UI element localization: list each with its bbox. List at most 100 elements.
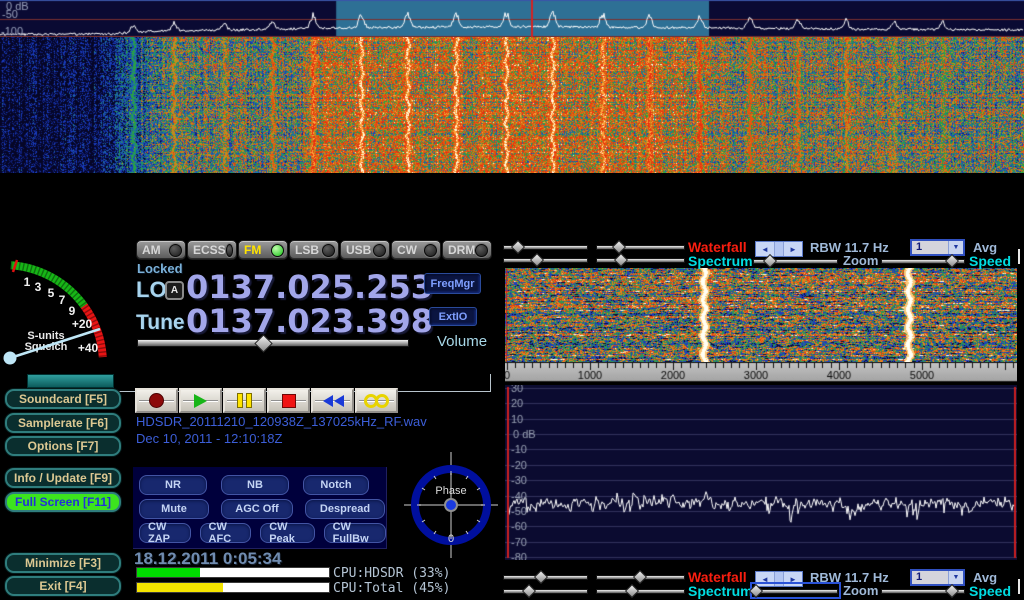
panel-resize-grip[interactable]	[1018, 249, 1020, 264]
scroll-right-arrow-icon[interactable]: ►	[783, 242, 802, 256]
mode-led-icon	[475, 244, 488, 257]
cpu-total-bar-fill	[137, 583, 223, 592]
notch-button[interactable]: Notch	[303, 475, 369, 495]
slider-thumb[interactable]	[763, 254, 777, 268]
phase-knob	[446, 500, 456, 510]
cw-afc-button[interactable]: CW AFC	[200, 523, 252, 543]
avg-dropdown-value: 1	[912, 571, 948, 584]
lo-auto-badge[interactable]: A	[165, 281, 184, 300]
pause-icon	[237, 393, 252, 408]
slider-thumb[interactable]	[625, 584, 639, 598]
mode-button-drm[interactable]: DRM	[442, 240, 492, 260]
zoom-label: Zoom	[843, 253, 878, 268]
mode-label: DRM	[448, 243, 475, 257]
dropdown-arrow-icon[interactable]: ▼	[948, 571, 963, 584]
af-spectrum-display[interactable]	[505, 385, 1017, 560]
stop-button[interactable]	[267, 388, 310, 413]
rewind-button[interactable]	[311, 388, 354, 413]
wf-brightness-slider-2[interactable]	[503, 571, 588, 582]
play-button[interactable]	[179, 388, 222, 413]
mode-button-am[interactable]: AM	[136, 240, 186, 260]
mode-button-usb[interactable]: USB	[340, 240, 390, 260]
despread-button[interactable]: Despread	[305, 499, 385, 519]
mode-label: LSB	[295, 243, 319, 257]
minimize-button[interactable]: Minimize [F3]	[5, 553, 121, 573]
loop-icon	[364, 394, 389, 408]
spectrum-label: Spectrum	[688, 253, 753, 269]
slider-thumb[interactable]	[521, 584, 535, 598]
scroll-left-arrow-icon[interactable]: ◄	[756, 572, 775, 586]
cw-zap-button[interactable]: CW ZAP	[139, 523, 191, 543]
slider-thumb[interactable]	[945, 254, 959, 268]
af-waterfall-display[interactable]	[505, 268, 1017, 362]
zoom-slider-2[interactable]	[753, 585, 838, 596]
mode-button-lsb[interactable]: LSB	[289, 240, 339, 260]
nb-button[interactable]: NB	[221, 475, 289, 495]
cpu-hdsdr-bar	[136, 567, 330, 578]
speed-label: Speed	[969, 253, 1011, 269]
avg-dropdown[interactable]: 1 ▼	[910, 239, 965, 256]
tune-frequency-display[interactable]: 0137.023.398	[186, 302, 433, 340]
smeter-label: 1	[24, 275, 31, 289]
slider-thumb[interactable]	[511, 240, 525, 254]
dropdown-arrow-icon[interactable]: ▼	[948, 241, 963, 254]
pause-button[interactable]	[223, 388, 266, 413]
options-button[interactable]: Options [F7]	[5, 436, 121, 456]
volume-slider-thumb[interactable]	[254, 334, 272, 352]
panel-resize-grip-2[interactable]	[1018, 579, 1020, 594]
af-frequency-scale[interactable]	[505, 362, 1017, 382]
mode-led-icon	[271, 244, 284, 257]
slider-thumb[interactable]	[530, 253, 544, 267]
mode-label: ECSS	[193, 243, 226, 257]
info-update-button[interactable]: Info / Update [F9]	[5, 468, 121, 488]
scroll-right-arrow-icon[interactable]: ►	[783, 572, 802, 586]
smeter-label: +40	[78, 341, 99, 355]
speed-slider-2[interactable]	[881, 585, 965, 596]
zoom-slider[interactable]	[753, 255, 838, 266]
soundcard-button[interactable]: Soundcard [F5]	[5, 389, 121, 409]
mode-button-cw[interactable]: CW	[391, 240, 441, 260]
stop-icon	[282, 394, 296, 408]
slider-thumb[interactable]	[614, 253, 628, 267]
volume-slider[interactable]	[137, 337, 409, 348]
sp-contrast-slider[interactable]	[596, 254, 685, 265]
loop-button[interactable]	[355, 388, 398, 413]
mode-button-fm[interactable]: FM	[238, 240, 288, 260]
extio-button[interactable]: ExtIO	[429, 307, 477, 326]
tune-label: Tune	[136, 311, 185, 335]
avg-dropdown-2[interactable]: 1 ▼	[910, 569, 965, 586]
mute-button[interactable]: Mute	[139, 499, 209, 519]
slider-thumb[interactable]	[612, 240, 626, 254]
sp-brightness-slider-2[interactable]	[503, 585, 588, 596]
cw-peak-button[interactable]: CW Peak	[260, 523, 314, 543]
panel-divider-corner	[490, 374, 491, 392]
mode-led-icon	[322, 244, 335, 257]
smeter-label: 3	[35, 280, 42, 294]
squelch-level-bar[interactable]	[27, 374, 114, 388]
lo-label: LO	[136, 277, 167, 303]
wf-brightness-slider[interactable]	[503, 241, 588, 252]
record-button[interactable]	[135, 388, 178, 413]
agc-off-button[interactable]: AGC Off	[221, 499, 293, 519]
freqmgr-button[interactable]: FreqMgr	[424, 273, 481, 294]
lo-frequency-display[interactable]: 0137.025.253	[186, 268, 433, 306]
scroll-left-arrow-icon[interactable]: ◄	[756, 242, 775, 256]
nr-button[interactable]: NR	[139, 475, 207, 495]
samplerate-button[interactable]: Samplerate [F6]	[5, 413, 121, 433]
speed-slider[interactable]	[881, 255, 965, 266]
exit-button[interactable]: Exit [F4]	[5, 576, 121, 596]
wf-contrast-slider-2[interactable]	[596, 571, 685, 582]
slider-thumb[interactable]	[945, 584, 959, 598]
sp-brightness-slider[interactable]	[503, 254, 588, 265]
phase-dial[interactable]: Phase 0	[404, 452, 498, 558]
sp-contrast-slider-2[interactable]	[596, 585, 685, 596]
slider-thumb[interactable]	[534, 570, 548, 584]
mode-button-ecss[interactable]: ECSS	[187, 240, 237, 260]
slider-thumb[interactable]	[633, 570, 647, 584]
main-spectrum-display[interactable]	[0, 0, 1024, 37]
phase-value: 0	[448, 533, 454, 545]
cw-fullbw-button[interactable]: CW FullBw	[324, 523, 386, 543]
fullscreen-button[interactable]: Full Screen [F11]	[5, 492, 121, 512]
wf-contrast-slider[interactable]	[596, 241, 685, 252]
s-meter[interactable]: 1 3 5 7 9 +20 +40 S-units Squelch	[2, 240, 128, 368]
